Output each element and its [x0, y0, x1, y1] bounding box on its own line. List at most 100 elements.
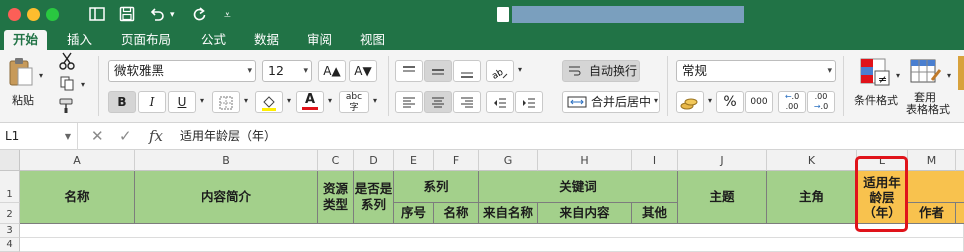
merge-dropdown-icon[interactable]: ▾ — [651, 91, 661, 111]
cut-icon[interactable] — [58, 52, 76, 76]
customize-toolbar-icon[interactable]: ⩡ — [224, 5, 231, 25]
name-box[interactable]: L1 ▼ — [0, 123, 78, 150]
align-top-button[interactable] — [395, 60, 423, 82]
select-all-corner[interactable] — [0, 150, 20, 171]
table-style-label-line2[interactable]: 表格格式 — [906, 104, 950, 116]
increase-decimal-button[interactable]: ←.0.00 — [778, 91, 806, 113]
cell-styles-icon-partial[interactable] — [958, 56, 964, 90]
cell-series-header[interactable]: 系列 — [394, 171, 479, 203]
copy-icon[interactable] — [58, 75, 76, 97]
font-color-button[interactable]: A — [296, 91, 324, 113]
align-center-button[interactable] — [424, 91, 452, 113]
tab-formulas[interactable]: 公式 — [192, 30, 235, 50]
borders-dropdown-icon[interactable]: ▾ — [241, 91, 251, 111]
undo-dropdown-icon[interactable]: ▾ — [170, 5, 175, 25]
align-right-button[interactable] — [453, 91, 481, 113]
font-name-select[interactable]: 微软雅黑 ▾ — [108, 60, 256, 82]
fill-color-dropdown-icon[interactable]: ▾ — [284, 91, 294, 111]
font-color-dropdown-icon[interactable]: ▾ — [325, 91, 335, 111]
row-4-empty[interactable] — [20, 238, 964, 252]
column-header-a[interactable]: A — [20, 150, 135, 171]
shrink-font-button[interactable]: A▼ — [349, 60, 377, 82]
table-style-icon[interactable] — [906, 56, 944, 90]
comma-style-button[interactable]: 000 — [745, 91, 773, 113]
tab-home[interactable]: 开始 — [4, 30, 48, 50]
decrease-decimal-button[interactable]: .00 →.0 — [807, 91, 835, 113]
column-header-k[interactable]: K — [767, 150, 857, 171]
paste-dropdown-icon[interactable]: ▾ — [36, 66, 46, 86]
sidebar-toggle-icon[interactable] — [88, 5, 106, 28]
phonetic-dropdown-icon[interactable]: ▾ — [370, 91, 380, 111]
conditional-format-dropdown-icon[interactable]: ▾ — [893, 66, 903, 86]
percent-button[interactable]: % — [716, 91, 744, 113]
cell-author-group-header[interactable] — [908, 171, 964, 203]
column-header-m[interactable]: M — [908, 150, 956, 171]
bold-button[interactable]: B — [108, 91, 136, 113]
cell-series-name-header[interactable]: 名称 — [434, 203, 479, 224]
phonetic-button[interactable]: abc 字 — [339, 91, 369, 113]
tab-review[interactable]: 审阅 — [298, 30, 341, 50]
minimize-window-button[interactable] — [27, 8, 40, 21]
cell-intro-header[interactable]: 内容简介 — [135, 171, 318, 224]
underline-dropdown-icon[interactable]: ▾ — [197, 91, 207, 111]
borders-button[interactable] — [212, 91, 240, 113]
column-header-b[interactable]: B — [135, 150, 318, 171]
underline-button[interactable]: U — [168, 91, 196, 113]
cell-theme-header[interactable]: 主题 — [678, 171, 767, 224]
cell-resource-type-header[interactable]: 资源 类型 — [318, 171, 354, 224]
cell-kw-from-name-header[interactable]: 来自名称 — [479, 203, 538, 224]
cell-n2-partial[interactable] — [956, 203, 964, 224]
fill-color-button[interactable] — [255, 91, 283, 113]
tab-data[interactable]: 数据 — [245, 30, 288, 50]
table-style-dropdown-icon[interactable]: ▾ — [944, 66, 954, 86]
decrease-indent-button[interactable] — [486, 91, 514, 113]
close-window-button[interactable] — [8, 8, 21, 21]
cell-protagonist-header[interactable]: 主角 — [767, 171, 857, 224]
cell-kw-other-header[interactable]: 其他 — [632, 203, 678, 224]
accounting-dropdown-icon[interactable]: ▾ — [705, 91, 715, 111]
tab-view[interactable]: 视图 — [351, 30, 394, 50]
increase-indent-button[interactable] — [515, 91, 543, 113]
conditional-format-label[interactable]: 条件格式 — [854, 92, 898, 108]
italic-button[interactable]: I — [138, 91, 166, 113]
align-middle-button[interactable] — [424, 60, 452, 82]
accounting-format-button[interactable] — [676, 91, 704, 113]
cell-kw-from-content-header[interactable]: 来自内容 — [538, 203, 632, 224]
confirm-edit-icon[interactable]: ✓ — [119, 126, 132, 146]
row-3-empty[interactable] — [20, 224, 964, 238]
row-header-2[interactable]: 2 — [0, 203, 20, 224]
cancel-edit-icon[interactable]: ✕ — [91, 126, 104, 146]
column-header-j[interactable]: J — [678, 150, 767, 171]
zoom-window-button[interactable] — [46, 8, 59, 21]
cell-is-series-header[interactable]: 是否是 系列 — [354, 171, 394, 224]
column-header-e[interactable]: E — [394, 150, 434, 171]
cell-keywords-header[interactable]: 关键词 — [479, 171, 678, 203]
paste-label[interactable]: 粘贴 — [12, 92, 34, 108]
cell-series-no-header[interactable]: 序号 — [394, 203, 434, 224]
align-bottom-button[interactable] — [453, 60, 481, 82]
format-painter-icon[interactable] — [58, 98, 76, 120]
copy-dropdown-icon[interactable]: ▾ — [78, 75, 88, 95]
cell-author-header[interactable]: 作者 — [908, 203, 956, 224]
row-header-1[interactable]: 1 — [0, 171, 20, 203]
column-header-n-partial[interactable] — [956, 150, 964, 171]
align-left-button[interactable] — [395, 91, 423, 113]
column-header-l[interactable]: L — [857, 150, 908, 171]
merge-center-button[interactable]: 合并后居中 — [562, 91, 660, 113]
insert-function-icon[interactable]: fx — [149, 126, 163, 146]
wrap-text-button[interactable]: 自动换行 — [562, 60, 640, 82]
font-size-select[interactable]: 12 ▾ — [262, 60, 312, 82]
number-format-select[interactable]: 常规 ▾ — [676, 60, 836, 82]
tab-page-layout[interactable]: 页面布局 — [112, 30, 180, 50]
row-header-4[interactable]: 4 — [0, 238, 20, 252]
cell-age-range-header[interactable]: 适用年 龄层 （年） — [857, 171, 908, 224]
row-header-3[interactable]: 3 — [0, 224, 20, 238]
column-header-f[interactable]: F — [434, 150, 479, 171]
column-header-h[interactable]: H — [538, 150, 632, 171]
paste-icon[interactable] — [6, 56, 36, 90]
orientation-dropdown-icon[interactable]: ▾ — [515, 60, 525, 80]
grow-font-button[interactable]: A▲ — [318, 60, 346, 82]
column-header-d[interactable]: D — [354, 150, 394, 171]
column-header-i[interactable]: I — [632, 150, 678, 171]
column-header-c[interactable]: C — [318, 150, 354, 171]
